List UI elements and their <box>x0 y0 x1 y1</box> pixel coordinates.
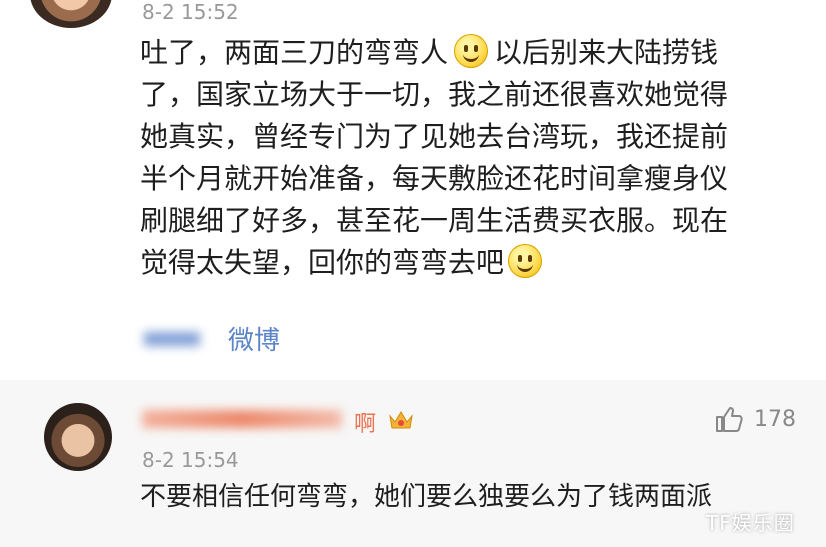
redacted-username <box>142 410 342 428</box>
like-count: 178 <box>754 406 796 432</box>
username-label: 啊 <box>354 412 377 437</box>
comment-line-3: 她真实，曾经专门为了见她去台湾玩，我还提前 <box>140 120 729 153</box>
username[interactable]: 啊 <box>142 400 382 437</box>
comment-timestamp: 8-2 15:52 <box>142 0 239 24</box>
reply-card <box>0 380 826 547</box>
comment-line-6: 觉得太失望，回你的弯弯去吧 <box>140 242 800 284</box>
source-link-label: 微博 <box>228 326 281 356</box>
avatar[interactable] <box>30 0 112 28</box>
like-button[interactable]: 178 <box>714 405 796 433</box>
comment-body: 吐了，两面三刀的弯弯人 以后别来大陆捞钱 了，国家立场大于一切，我之前还很喜欢她觉… <box>140 32 800 284</box>
source-link[interactable]: 微博 <box>142 318 302 358</box>
watermark: TF娱乐圈 <box>706 511 795 535</box>
smile-emoji-icon <box>454 34 489 68</box>
comment-line-1: 吐了，两面三刀的弯弯人 以后别来大陆捞钱 <box>140 34 719 69</box>
reply-body: 不要相信任何弯弯，她们要么独要么为了钱两面派 <box>140 482 713 512</box>
smile-emoji-icon <box>508 244 543 278</box>
comment-line-5: 刷腿细了好多，甚至花一周生活费买衣服。现在 <box>140 204 729 237</box>
comment-line-4: 半个月就开始准备，每天敷脸还花时间拿瘦身仪 <box>140 162 729 195</box>
redacted-text <box>144 332 200 346</box>
reply-timestamp: 8-2 15:54 <box>142 448 239 472</box>
crown-badge-icon <box>388 408 414 436</box>
comment-line-2: 了，国家立场大于一切，我之前还很喜欢她觉得 <box>140 78 729 111</box>
avatar[interactable] <box>44 403 112 471</box>
thumbs-up-icon <box>716 407 743 432</box>
